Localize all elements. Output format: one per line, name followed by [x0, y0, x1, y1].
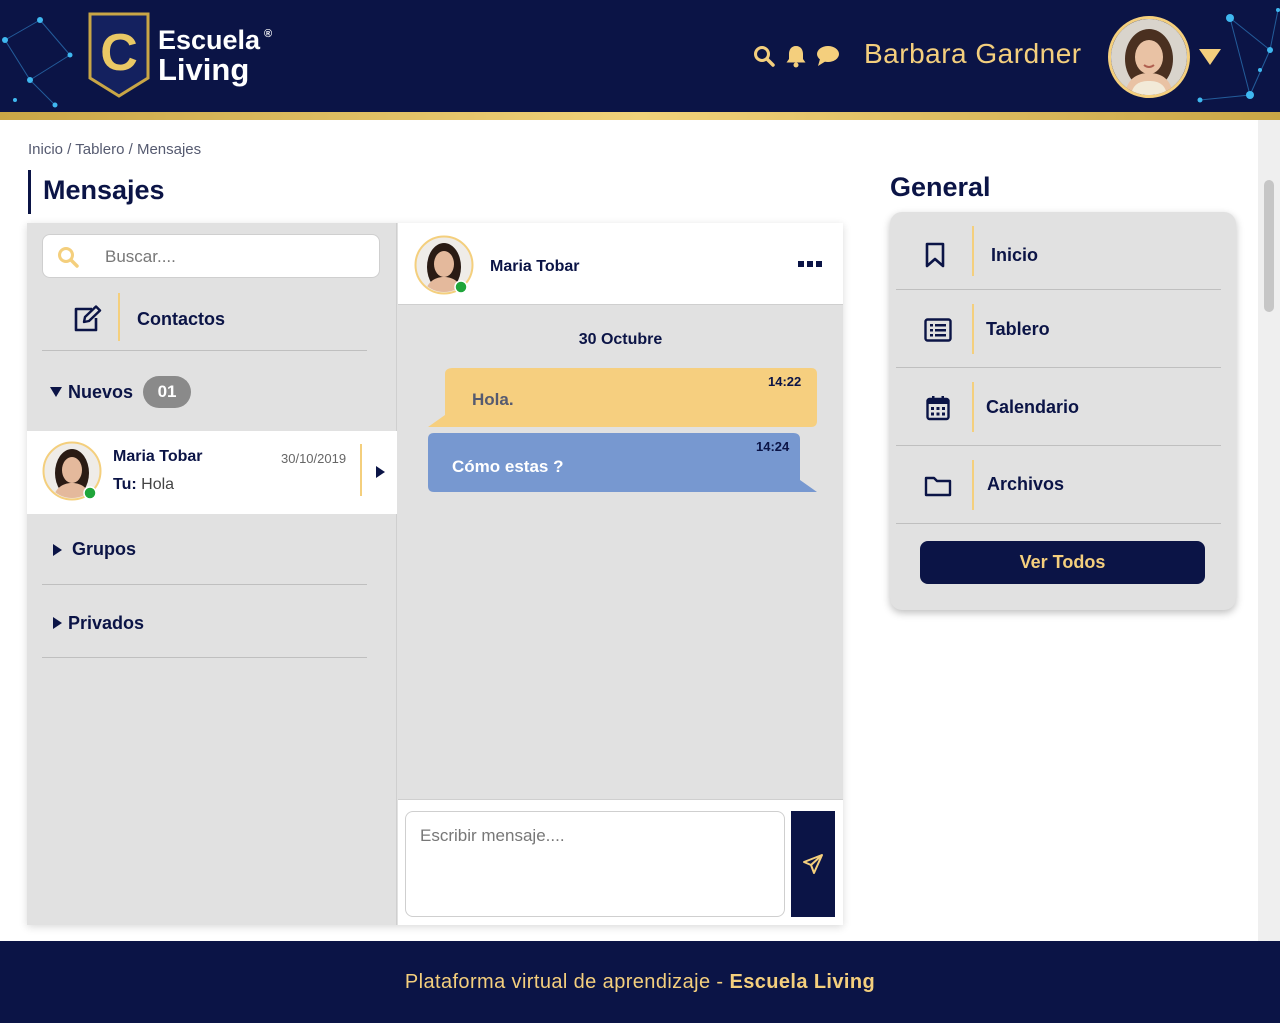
divider [118, 293, 120, 341]
bell-icon[interactable] [784, 44, 808, 68]
user-menu-dropdown-icon[interactable] [1199, 49, 1221, 65]
logo-line2: Living [158, 52, 250, 87]
message-time: 14:22 [768, 374, 802, 389]
chat-column: Maria Tobar 30 Octubre 14:22 Hola. 14:24… [398, 223, 843, 925]
general-item-label: Tablero [986, 319, 1050, 339]
general-item-label: Archivos [987, 474, 1065, 494]
caret-right-icon [376, 466, 385, 478]
conversation-preview: Tu: Hola [113, 476, 175, 493]
view-all-button[interactable]: Ver Todos [920, 541, 1205, 584]
send-button[interactable] [791, 811, 835, 917]
list-icon [924, 318, 952, 342]
user-name[interactable]: Barbara Gardner [864, 38, 1082, 70]
privados-label: Privados [68, 612, 145, 633]
compose-area [398, 799, 843, 925]
footer-text: Plataforma virtual de aprendizaje - [404, 970, 730, 993]
logo-line1: Escuela [158, 25, 261, 55]
general-item-calendario[interactable]: Calendario [896, 368, 1221, 446]
chat-contact-avatar[interactable] [414, 235, 474, 295]
nuevos-label: Nuevos [68, 381, 134, 402]
footer-brand: Escuela Living [729, 970, 876, 993]
chat-contact-name: Maria Tobar [490, 258, 580, 275]
top-header: C Escuela ® Living Barbara Gardner [0, 0, 1280, 112]
caret-right-icon [53, 617, 62, 629]
edit-icon [74, 305, 102, 332]
scrollbar-thumb[interactable] [1264, 180, 1274, 312]
nuevos-section-toggle[interactable]: Nuevos 01 [50, 376, 192, 408]
bookmark-icon [925, 242, 945, 268]
more-options-icon[interactable] [798, 261, 822, 267]
search-input[interactable] [105, 245, 365, 269]
logo[interactable]: C Escuela ® Living [88, 12, 272, 98]
caret-right-icon [53, 543, 62, 556]
grupos-label: Grupos [72, 539, 137, 559]
footer: Plataforma virtual de aprendizaje - Escu… [0, 941, 1280, 1023]
conversation-date: 30/10/2019 [281, 451, 347, 466]
conversation-name: Maria Tobar [113, 448, 203, 465]
user-avatar[interactable] [1108, 16, 1190, 98]
general-card: Inicio Tablero Calendario Archivos Ver T… [890, 212, 1236, 610]
general-item-label: Calendario [986, 397, 1080, 417]
calendar-icon [926, 396, 950, 421]
header-divider [0, 112, 1280, 120]
caret-down-icon [50, 387, 62, 397]
logo-shield-icon: C [88, 12, 150, 98]
divider [360, 444, 362, 496]
chat-icon[interactable] [816, 44, 840, 68]
general-item-tablero[interactable]: Tablero [896, 290, 1221, 368]
general-item-archivos[interactable]: Archivos [896, 446, 1221, 524]
message-text: Hola. [472, 390, 514, 409]
search-icon[interactable] [752, 44, 776, 68]
message-input[interactable] [405, 811, 785, 917]
nuevos-count-badge: 01 [143, 376, 192, 408]
search-box[interactable] [42, 234, 380, 278]
message-text: Cómo estas ? [452, 457, 564, 476]
page-title: Mensajes [28, 170, 165, 214]
message-bubble-sent: 14:22 Hola. [428, 368, 817, 427]
breadcrumb[interactable]: Inicio / Tablero / Mensajes [28, 141, 201, 158]
conversation-item[interactable]: Maria Tobar 30/10/2019 Tu: Hola [27, 431, 397, 514]
message-time: 14:24 [756, 439, 790, 454]
contacts-button[interactable]: Contactos [42, 289, 367, 351]
search-icon [58, 247, 79, 268]
contacts-column: Contactos Nuevos 01 Maria Tobar 30/10/20… [27, 223, 397, 925]
folder-icon [924, 476, 952, 497]
svg-text:C: C [100, 24, 138, 82]
general-item-inicio[interactable]: Inicio [896, 212, 1221, 290]
contact-avatar [42, 441, 102, 501]
general-title: General [890, 172, 991, 202]
message-bubble-received: 14:24 Cómo estas ? [428, 433, 817, 492]
chat-header: Maria Tobar [398, 223, 843, 305]
messages-panel: Contactos Nuevos 01 Maria Tobar 30/10/20… [27, 223, 843, 925]
privados-section-toggle[interactable]: Privados [42, 589, 367, 658]
send-icon [803, 854, 823, 874]
general-item-label: Inicio [991, 245, 1039, 265]
contacts-label: Contactos [137, 309, 226, 329]
registered-mark: ® [263, 28, 273, 40]
grupos-section-toggle[interactable]: Grupos [42, 515, 367, 585]
chat-date-separator: 30 Octubre [578, 331, 663, 348]
